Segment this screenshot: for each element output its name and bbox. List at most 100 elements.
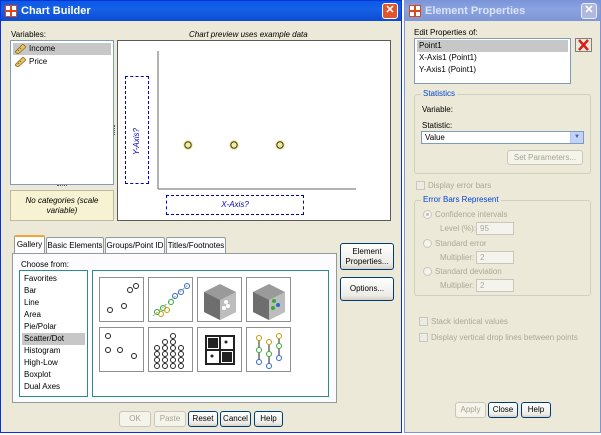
variable-item-price[interactable]: Price bbox=[13, 56, 111, 68]
chart-builder-titlebar[interactable]: Chart Builder ✕ bbox=[1, 1, 401, 21]
choose-from-label: Choose from: bbox=[21, 260, 70, 269]
chart-type-list[interactable]: Favorites Bar Line Area Pie/Polar Scatte… bbox=[19, 270, 88, 397]
chart-type-histogram[interactable]: Histogram bbox=[22, 345, 85, 357]
options-label: Options... bbox=[349, 284, 385, 293]
element-list[interactable]: Point1 X-Axis1 (Point1) Y-Axis1 (Point1) bbox=[414, 38, 571, 84]
tab-groups-point-id[interactable]: Groups/Point ID bbox=[105, 237, 165, 253]
close-button[interactable]: Close bbox=[488, 402, 518, 418]
drop-lines-label: Display vertical drop lines between poin… bbox=[431, 333, 578, 342]
statistic-select[interactable]: Value ▼ bbox=[421, 131, 584, 144]
variable-item-label: Price bbox=[29, 57, 48, 66]
reset-button[interactable]: Reset bbox=[188, 411, 218, 427]
ok-button[interactable]: OK bbox=[119, 411, 151, 427]
variable-label: Variable: bbox=[422, 105, 453, 114]
element-properties-titlebar[interactable]: Element Properties ✕ bbox=[405, 1, 600, 21]
sd-multiplier-label: Multiplier: bbox=[440, 281, 475, 290]
chart-type-scatter-dot[interactable]: Scatter/Dot bbox=[22, 333, 85, 345]
reset-label: Reset bbox=[192, 414, 214, 423]
statistic-select-value: Value bbox=[425, 133, 445, 142]
confidence-intervals-radio[interactable] bbox=[423, 210, 432, 219]
simple-scatter-icon bbox=[107, 283, 139, 313]
tab-titles-footnotes[interactable]: Titles/Footnotes bbox=[166, 237, 226, 253]
chevron-down-icon[interactable]: ▼ bbox=[570, 132, 583, 143]
chart-type-boxplot[interactable]: Boxplot bbox=[22, 369, 85, 381]
chart-type-area[interactable]: Area bbox=[22, 309, 85, 321]
example-point bbox=[229, 140, 239, 150]
variables-list[interactable]: Income Price bbox=[10, 40, 114, 185]
scatterplot-matrix-icon bbox=[205, 335, 235, 365]
element-properties-title: Element Properties bbox=[425, 5, 526, 17]
element-properties-close-icon[interactable]: ✕ bbox=[581, 3, 597, 19]
set-parameters-label: Set Parameters... bbox=[513, 152, 577, 162]
chart-type-pie-polar[interactable]: Pie/Polar bbox=[22, 321, 85, 333]
example-point bbox=[183, 140, 193, 150]
standard-error-label: Standard error bbox=[435, 239, 487, 248]
tab-label: Groups/Point ID bbox=[106, 241, 164, 250]
paste-label: Paste bbox=[159, 414, 181, 423]
delete-element-button[interactable] bbox=[575, 38, 592, 52]
chart-preview-canvas[interactable]: Y-Axis? X-Axis? bbox=[117, 40, 391, 221]
apply-button[interactable]: Apply bbox=[455, 402, 486, 418]
standard-error-radio[interactable] bbox=[423, 239, 432, 248]
help-button[interactable]: Help bbox=[254, 411, 283, 427]
chart-builder-window: Chart Builder ✕ Variables: Income Price … bbox=[0, 0, 402, 433]
ep-help-label: Help bbox=[527, 405, 545, 414]
y-axis-drop-label: Y-Axis? bbox=[132, 128, 141, 155]
grouped-3d-scatter-icon bbox=[253, 284, 285, 320]
variable-item-label: Income bbox=[29, 44, 56, 53]
set-parameters-button[interactable]: Set Parameters... bbox=[507, 150, 583, 165]
element-properties-button[interactable]: Element Properties... bbox=[340, 243, 394, 270]
drop-lines-checkbox[interactable] bbox=[419, 333, 428, 342]
sd-multiplier-input[interactable]: 2 bbox=[476, 279, 514, 292]
chart-type-line[interactable]: Line bbox=[22, 297, 85, 309]
se-multiplier-input[interactable]: 2 bbox=[476, 251, 514, 264]
element-item-point1[interactable]: Point1 bbox=[417, 40, 568, 52]
chart-type-high-low[interactable]: High-Low bbox=[22, 357, 85, 369]
gallery-grouped-scatter[interactable] bbox=[148, 277, 193, 322]
y-axis-drop-zone[interactable]: Y-Axis? bbox=[125, 76, 149, 184]
display-error-bars-checkbox[interactable] bbox=[416, 181, 425, 190]
chart-type-dual-axes[interactable]: Dual Axes bbox=[22, 381, 85, 393]
level-input[interactable]: 95 bbox=[476, 222, 514, 235]
gallery-scatterplot-matrix[interactable] bbox=[197, 327, 242, 372]
splitter-grip[interactable] bbox=[57, 185, 67, 188]
chart-builder-title: Chart Builder bbox=[21, 5, 91, 17]
cancel-button[interactable]: Cancel bbox=[220, 411, 251, 427]
variable-item-income[interactable]: Income bbox=[13, 43, 111, 55]
standard-deviation-radio[interactable] bbox=[423, 267, 432, 276]
ok-label: OK bbox=[129, 414, 141, 423]
gallery-3d-scatter[interactable] bbox=[197, 277, 242, 322]
gallery-grouped-3d-scatter[interactable] bbox=[246, 277, 291, 322]
gallery-drop-line[interactable] bbox=[246, 327, 291, 372]
gallery-summary-point[interactable] bbox=[99, 327, 144, 372]
dot-plot-icon bbox=[154, 333, 184, 369]
element-item-y-axis1[interactable]: Y-Axis1 (Point1) bbox=[417, 64, 568, 76]
help-label: Help bbox=[260, 414, 277, 423]
tab-basic-elements[interactable]: Basic Elements bbox=[46, 237, 104, 253]
stack-identical-checkbox[interactable] bbox=[419, 317, 428, 326]
example-scatter-plot bbox=[157, 51, 356, 190]
options-button[interactable]: Options... bbox=[340, 277, 394, 301]
radio-dot bbox=[426, 213, 429, 216]
summary-point-icon bbox=[105, 333, 137, 359]
statistic-label: Statistic: bbox=[422, 121, 453, 130]
chart-builder-close-icon[interactable]: ✕ bbox=[382, 3, 398, 19]
preview-caption: Chart preview uses example data bbox=[189, 30, 308, 39]
ep-help-button[interactable]: Help bbox=[521, 402, 551, 418]
chart-type-bar[interactable]: Bar bbox=[22, 285, 85, 297]
tab-label: Titles/Footnotes bbox=[167, 241, 225, 250]
scale-variable-icon bbox=[15, 44, 26, 54]
level-label: Level (%): bbox=[440, 224, 477, 233]
paste-button[interactable]: Paste bbox=[154, 411, 186, 427]
gallery-dot-plot[interactable] bbox=[148, 327, 193, 372]
scale-variable-icon bbox=[15, 57, 26, 67]
chart-type-favorites[interactable]: Favorites bbox=[22, 273, 85, 285]
edit-properties-label: Edit Properties of: bbox=[414, 28, 478, 37]
x-axis-drop-zone[interactable]: X-Axis? bbox=[166, 195, 304, 215]
error-bars-group-title: Error Bars Represent bbox=[421, 195, 501, 204]
example-point bbox=[275, 140, 285, 150]
tab-gallery[interactable]: Gallery bbox=[14, 235, 45, 254]
gallery-simple-scatter[interactable] bbox=[99, 277, 144, 322]
se-multiplier-label: Multiplier: bbox=[440, 253, 475, 262]
element-item-x-axis1[interactable]: X-Axis1 (Point1) bbox=[417, 52, 568, 64]
